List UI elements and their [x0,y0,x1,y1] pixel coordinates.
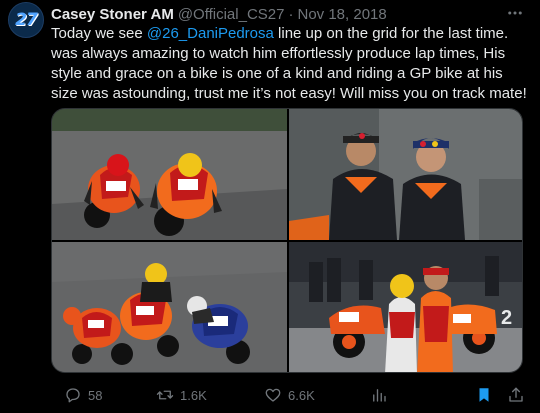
share-button[interactable] [507,382,525,408]
bookmark-button[interactable] [475,382,493,408]
tweet-text: Today we see @26_DaniPedrosa line up on … [51,24,533,104]
heart-icon [265,388,281,402]
like-count: 6.6K [288,387,315,403]
author-name[interactable]: Casey Stoner AM [51,6,174,23]
retweet-icon [156,390,174,400]
mention-link[interactable]: @26_DaniPedrosa [147,25,274,42]
reply-count: 58 [88,387,103,403]
more-icon [508,11,522,15]
avatar-logo: 27 [15,10,38,30]
more-options-button[interactable] [504,3,526,23]
share-icon [509,387,523,402]
reply-icon [66,388,80,403]
views-button[interactable] [370,382,388,408]
media-grid: 2 [51,108,523,373]
reply-button[interactable]: 58 [64,382,102,408]
svg-text:2: 2 [501,307,512,329]
tweet-actions: 58 1.6K 6.6K [51,382,533,408]
photo-two-riders-portrait[interactable] [289,109,522,240]
tweet-text-start: Today we see [51,25,147,42]
retweet-count: 1.6K [180,387,207,403]
tweet-date[interactable]: Nov 18, 2018 [297,6,386,23]
photo-three-riders-racing[interactable] [52,242,287,372]
author-handle[interactable]: @Official_CS27 [178,6,285,23]
tweet-header: Casey Stoner AM @Official_CS27 · Nov 18,… [51,4,500,24]
retweet-button[interactable]: 1.6K [156,382,207,408]
photo-two-riders-racing[interactable] [52,109,287,240]
separator-dot: · [288,5,294,23]
views-icon [373,389,386,402]
like-button[interactable]: 6.6K [264,382,315,408]
bookmark-icon [479,388,489,402]
avatar[interactable]: 27 [8,2,44,38]
photo-riders-pit-lane[interactable]: 2 [289,242,522,372]
